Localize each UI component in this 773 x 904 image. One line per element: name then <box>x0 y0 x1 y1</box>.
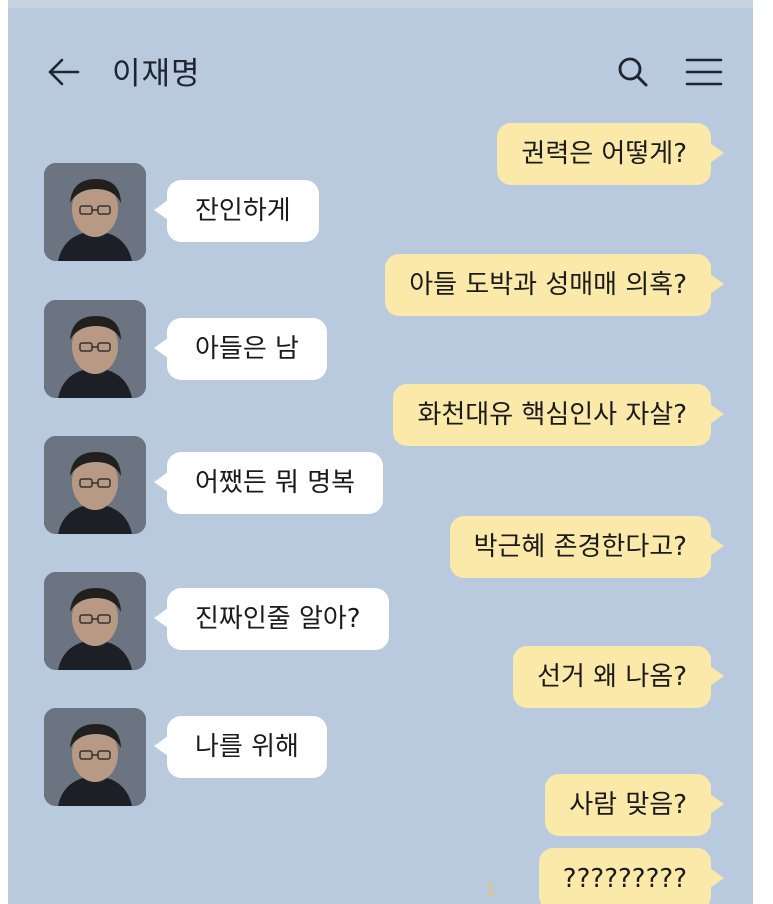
avatar[interactable] <box>44 572 146 670</box>
avatar[interactable] <box>44 163 146 261</box>
avatar[interactable] <box>44 708 146 806</box>
message-bubble-received: 진짜인줄 알아? <box>154 588 389 650</box>
unread-count: 1 <box>486 880 497 899</box>
message-bubble-received: 나를 위해 <box>154 716 327 778</box>
message-bubble-sent: 사람 맞음? <box>545 774 724 836</box>
image-border-right <box>753 0 773 904</box>
message-bubble-sent: 화천대유 핵심인사 자살? <box>393 384 724 446</box>
message-bubble-received: 아들은 남 <box>154 318 327 380</box>
message-bubble-sent: 선거 왜 나옴? <box>513 646 724 708</box>
message-bubble-sent: 아들 도박과 성매매 의혹? <box>385 254 724 316</box>
chat-title: 이재명 <box>112 56 201 92</box>
message-bubble-received: 어쨌든 뭐 명복 <box>153 452 384 514</box>
hamburger-menu-icon[interactable] <box>684 52 724 92</box>
search-icon[interactable] <box>613 52 653 92</box>
chat-header: 이재명 <box>8 8 753 118</box>
avatar[interactable] <box>44 436 146 534</box>
chat-screen: 이재명 권력은 어떻게? 잔인하게 아들 도박과 성매매 의혹? 아들은 남 화… <box>0 0 773 904</box>
message-bubble-sent: 박근혜 존경한다고? <box>449 516 725 578</box>
arrow-left-icon[interactable] <box>44 52 84 92</box>
avatar[interactable] <box>44 300 146 398</box>
message-bubble-received: 잔인하게 <box>154 180 319 242</box>
image-border-left <box>0 0 8 904</box>
message-bubble-sent: ????????? <box>538 848 725 904</box>
status-strip <box>0 0 773 8</box>
message-bubble-sent: 권력은 어떻게? <box>497 123 724 185</box>
